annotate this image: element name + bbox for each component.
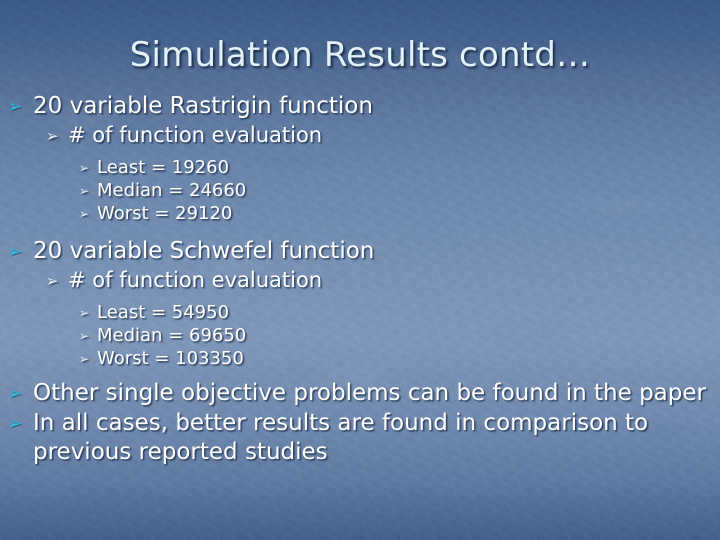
- bullet-schwefel-median: ➢ Median = 69650: [0, 324, 720, 347]
- bullet-text: Median = 24660: [97, 180, 247, 201]
- arrow-bullet-icon: ➢: [79, 207, 90, 221]
- bullet-schwefel-subheading: ➢ # of function evaluation: [0, 267, 720, 294]
- slide-body-outline: ➢ 20 variable Rastrigin function ➢ # of …: [0, 92, 720, 468]
- slide-title: Simulation Results contd…: [129, 35, 591, 75]
- arrow-bullet-icon: ➢: [8, 414, 23, 434]
- bullet-text: Other single objective problems can be f…: [33, 380, 706, 406]
- presentation-slide: Simulation Results contd… ➢ 20 variable …: [0, 0, 720, 540]
- bullet-schwefel-worst: ➢ Worst = 103350: [0, 347, 720, 370]
- arrow-bullet-icon: ➢: [8, 384, 23, 404]
- arrow-bullet-icon: ➢: [79, 184, 90, 198]
- arrow-bullet-icon: ➢: [8, 242, 23, 262]
- arrow-bullet-icon: ➢: [46, 272, 59, 290]
- arrow-bullet-icon: ➢: [79, 329, 90, 343]
- bullet-text: # of function evaluation: [68, 268, 323, 292]
- bullet-rastrigin-least: ➢ Least = 19260: [0, 156, 720, 179]
- bullet-schwefel-least: ➢ Least = 54950: [0, 301, 720, 324]
- bullet-text: # of function evaluation: [68, 123, 323, 147]
- bullet-rastrigin-worst: ➢ Worst = 29120: [0, 202, 720, 225]
- arrow-bullet-icon: ➢: [79, 306, 90, 320]
- arrow-bullet-icon: ➢: [79, 352, 90, 366]
- arrow-bullet-icon: ➢: [8, 97, 23, 117]
- bullet-rastrigin-heading: ➢ 20 variable Rastrigin function: [0, 92, 720, 121]
- bullet-text: 20 variable Rastrigin function: [33, 93, 373, 119]
- bullet-text: In all cases, better results are found i…: [33, 410, 649, 465]
- bullet-text: Worst = 103350: [97, 348, 244, 369]
- bullet-text: Median = 69650: [97, 325, 247, 346]
- bullet-other-problems: ➢ Other single objective problems can be…: [0, 379, 720, 408]
- arrow-bullet-icon: ➢: [46, 127, 59, 145]
- bullet-text: 20 variable Schwefel function: [33, 238, 375, 264]
- bullet-rastrigin-median: ➢ Median = 24660: [0, 179, 720, 202]
- slide-content: Simulation Results contd… ➢ 20 variable …: [0, 0, 720, 540]
- bullet-schwefel-heading: ➢ 20 variable Schwefel function: [0, 237, 720, 266]
- bullet-text: Least = 54950: [97, 302, 230, 323]
- arrow-bullet-icon: ➢: [79, 161, 90, 175]
- bullet-rastrigin-subheading: ➢ # of function evaluation: [0, 122, 720, 149]
- bullet-text: Least = 19260: [97, 157, 230, 178]
- bullet-better-results: ➢ In all cases, better results are found…: [0, 409, 720, 467]
- bullet-text: Worst = 29120: [97, 203, 233, 224]
